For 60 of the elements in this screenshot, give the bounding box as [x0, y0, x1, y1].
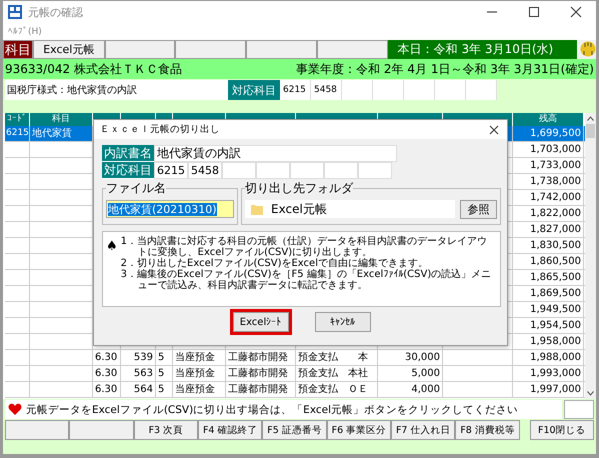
message-text: 元帳データをExcelファイル(CSV)に切り出す場合は、「Excel元帳」ボタンをクリックしてください	[26, 402, 518, 416]
table-cell: 563	[121, 366, 156, 381]
table-cell: 539	[121, 350, 156, 365]
table-cell: 6.30	[93, 366, 121, 381]
table-cell: 1,860,500	[513, 254, 584, 269]
table-cell: 1,997,000	[513, 382, 584, 397]
table-cell: 1,869,500	[513, 286, 584, 301]
table-cell: 当座預金	[173, 366, 226, 381]
form-label: 国税庁様式：地代家賃の内訳	[5, 80, 228, 100]
table-cell: 工藤都市開発	[226, 350, 296, 365]
table-cell: 1,703,000	[513, 142, 584, 157]
statement-label: 内訳書名	[102, 145, 154, 162]
note-text: 3．編集後のExcelファイル(CSV)を［F5 編集］の「Excelﾌｧｲﾙ(CSV)の読込」メニューで読込み、科目内訳書データに転記できます。	[120, 269, 492, 291]
note-text: 1．当内訳書に対応する科目の元帳（仕訳）データを科目内訳書のデータレイアウトに変換し、Excelファイル(CSV)に切り出します。	[120, 236, 488, 258]
dialog-title: Ｅｘｃｅｌ元帳の切り出し	[100, 123, 220, 136]
table-cell: 5,000	[378, 366, 443, 381]
table-cell: 当座預金	[173, 350, 226, 365]
note-text: 2．切り出したExcelファイル(CSV)をExcelで自由に編集できます。	[120, 258, 429, 269]
table-cell: 30,000	[378, 350, 443, 365]
table-cell: 1,988,000	[513, 350, 584, 365]
table-cell: 1,949,500	[513, 302, 584, 317]
table-cell: 1,742,000	[513, 190, 584, 205]
table-cell: 1,830,500	[513, 238, 584, 253]
table-cell: 工藤都市開発	[226, 382, 296, 397]
fiscal-year: 事業年度：令和 2年 4月 1日～令和 3年 3月31日(確定)	[296, 60, 594, 78]
table-cell: 564	[121, 382, 156, 397]
account-label: 対応科目	[102, 162, 154, 179]
table-cell: 1,822,000	[513, 206, 584, 221]
table-cell: 6215	[5, 126, 30, 141]
table-cell: 1,958,000	[513, 334, 584, 349]
table-cell: 5	[156, 366, 173, 381]
account-label: 対応科目	[228, 80, 280, 100]
table-cell: 1,954,500	[513, 318, 584, 333]
account-code: 5458	[188, 162, 222, 179]
table-cell: 1,733,000	[513, 158, 584, 173]
table-cell: 1,993,000	[513, 366, 584, 381]
company-name: 93633/042 株式会社ＴＫＣ食品	[5, 60, 182, 78]
table-cell: 1,865,500	[513, 270, 584, 285]
table-cell: 1,699,500	[513, 126, 584, 141]
table-cell: 1,738,000	[513, 174, 584, 189]
table-cell: 預金支払 ＯＥ	[296, 382, 378, 397]
table-cell: 1,827,000	[513, 222, 584, 237]
table-cell: 6.30	[93, 382, 121, 397]
account-code: 6215	[280, 80, 311, 100]
table-cell: 預金支払 本社	[296, 366, 378, 381]
table-cell: 工藤都市開発	[226, 366, 296, 381]
table-cell: 6.30	[93, 350, 121, 365]
account-code: 5458	[311, 80, 342, 100]
today-date: 本日：令和 3年 3月10日(水)	[388, 40, 578, 59]
table-cell: 5	[156, 382, 173, 397]
file-name-label: ファイル名	[106, 180, 166, 197]
account-code: 6215	[154, 162, 188, 179]
table-cell: 当座預金	[173, 382, 226, 397]
spade-icon: ♠	[106, 241, 118, 300]
table-cell: 4,000	[378, 382, 443, 397]
window-title: 元帳の確認	[28, 4, 83, 20]
table-cell: 預金支払 本	[296, 350, 378, 365]
statement-name: 地代家賃の内訳	[154, 145, 397, 162]
folder-label: 切り出し先フォルダ	[245, 180, 353, 197]
table-cell: 5	[156, 350, 173, 365]
